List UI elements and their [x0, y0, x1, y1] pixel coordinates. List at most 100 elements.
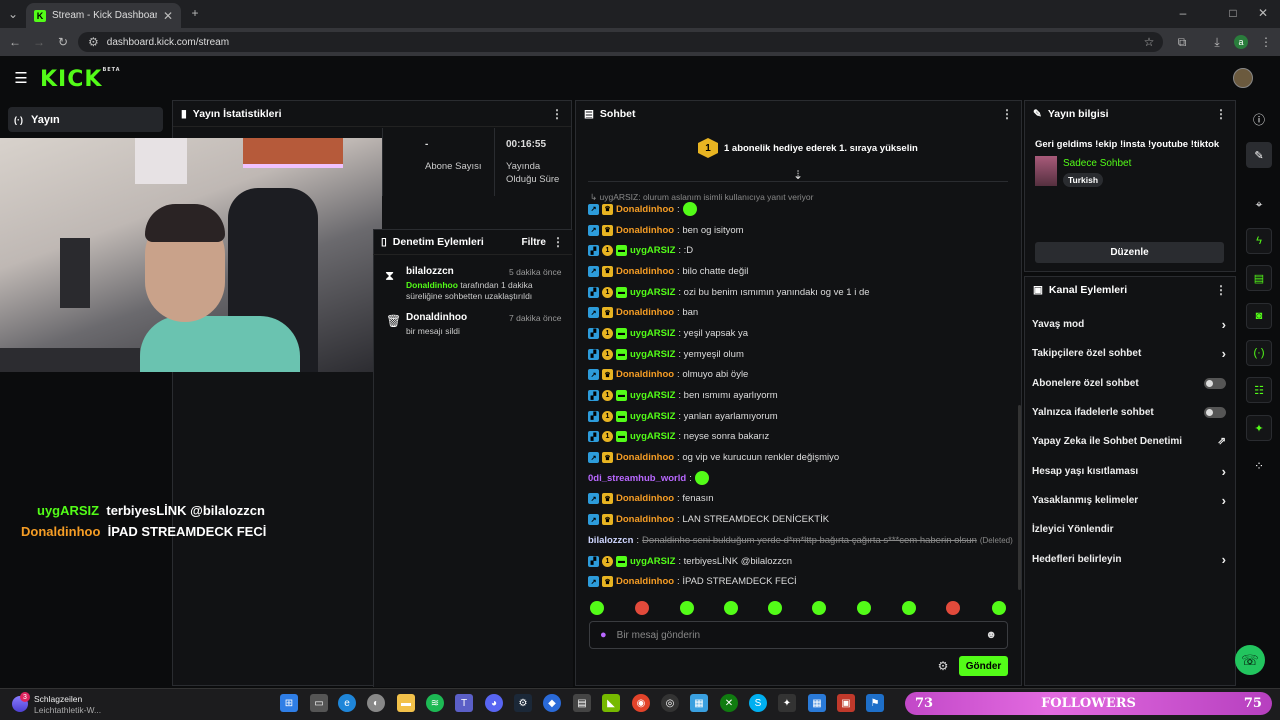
channel-action-row[interactable]: Abonelere özel sohbet	[1024, 369, 1234, 398]
chat-username[interactable]: Donaldinhoo	[616, 452, 674, 463]
emote-shortcut-icon[interactable]	[680, 601, 694, 615]
app-icon[interactable]: ✦	[778, 694, 796, 712]
close-tab-icon[interactable]: ✕	[163, 9, 173, 23]
news-subtitle[interactable]: Leichtathletik-W...	[34, 705, 101, 715]
channel-action-row[interactable]: Yasaklanmış kelimeler ›	[1024, 486, 1234, 515]
news-title[interactable]: Schlagzeilen	[34, 694, 82, 704]
sidebar-item-stream[interactable]: (·) Yayın	[8, 107, 163, 132]
chevron-right-icon[interactable]: ›	[1222, 552, 1226, 567]
extensions-icon[interactable]: ⧉	[1175, 35, 1189, 49]
channel-action-row[interactable]: Hesap yaşı kısıtlaması ›	[1024, 456, 1234, 485]
chat-username[interactable]: uygARSIZ	[630, 556, 675, 567]
mic-icon[interactable]: ●	[600, 629, 607, 641]
chat-username[interactable]: uygARSIZ	[630, 411, 675, 422]
obs-icon[interactable]: ◎	[661, 694, 679, 712]
user-avatar[interactable]	[1233, 68, 1253, 88]
browser-tab[interactable]: K Stream - Kick Dashboard ✕	[26, 3, 181, 28]
chat-input-placeholder[interactable]: Bir mesaj gönderin	[617, 630, 976, 641]
nvidia-icon[interactable]: ◣	[602, 694, 620, 712]
channel-action-row[interactable]: Yalnızca ifadelerle sohbet	[1024, 398, 1234, 427]
chevron-right-icon[interactable]: ›	[1222, 464, 1226, 479]
chat-username[interactable]: Donaldinhoo	[616, 266, 674, 277]
category-thumbnail[interactable]	[1035, 156, 1057, 186]
back-icon[interactable]: ←	[8, 35, 22, 49]
explorer-icon[interactable]: ▬	[397, 694, 415, 712]
site-info-icon[interactable]: ⚙	[88, 35, 99, 49]
actions-menu-icon[interactable]: ⋮	[1215, 283, 1227, 297]
emote-shortcut-icon[interactable]	[590, 601, 604, 615]
edit-button[interactable]: Düzenle	[1035, 242, 1224, 263]
mod-item-user[interactable]: Donaldinhoo	[406, 312, 467, 323]
rail-chat-icon[interactable]: ◙	[1246, 303, 1272, 329]
browser-menu-icon[interactable]: ⋮	[1260, 35, 1272, 49]
chat-username[interactable]: uygARSIZ	[630, 287, 675, 298]
minimize-icon[interactable]: –	[1176, 6, 1190, 20]
chat-scrollbar[interactable]	[1018, 405, 1021, 590]
xbox-icon[interactable]: ✕	[720, 694, 738, 712]
new-tab-icon[interactable]: +	[188, 6, 202, 20]
app-icon[interactable]: ◆	[543, 694, 561, 712]
support-chat-icon[interactable]: ☏	[1235, 645, 1265, 675]
chat-username[interactable]: Donaldinhoo	[616, 493, 674, 504]
chat-username[interactable]: uygARSIZ	[630, 349, 675, 360]
gift-promo-text[interactable]: 1 abonelik hediye ederek 1. sıraya yükse…	[724, 143, 918, 154]
rail-notes-icon[interactable]: ▤	[1246, 265, 1272, 291]
rail-broadcast-icon[interactable]: (·)	[1246, 340, 1272, 366]
forward-icon[interactable]: →	[32, 35, 46, 49]
emote-shortcut-icon[interactable]	[992, 601, 1006, 615]
info-icon[interactable]: ⓘ	[1252, 112, 1266, 127]
mod-menu-icon[interactable]: ⋮	[552, 235, 564, 249]
info-menu-icon[interactable]: ⋮	[1215, 107, 1227, 121]
rail-layout-icon[interactable]: ☷	[1246, 377, 1272, 403]
steam-icon[interactable]: ⚙	[514, 694, 532, 712]
kick-logo[interactable]: KICKBETA	[40, 67, 121, 92]
scroll-down-icon[interactable]: ⇣	[792, 168, 804, 182]
app-icon[interactable]: ▤	[573, 694, 591, 712]
chevron-right-icon[interactable]: ›	[1222, 493, 1226, 508]
discord-icon[interactable]: ◕	[485, 694, 503, 712]
chat-username[interactable]: bilalozzcn	[588, 535, 633, 546]
channel-action-row[interactable]: Yapay Zeka ile Sohbet Denetimi ⇗	[1024, 427, 1234, 456]
start-icon[interactable]: ⊞	[280, 694, 298, 712]
chat-username[interactable]: Donaldinhoo	[616, 576, 674, 587]
chat-username[interactable]: uygARSIZ	[630, 245, 675, 256]
toggle-switch[interactable]	[1204, 377, 1226, 389]
app-icon[interactable]: ◉	[632, 694, 650, 712]
emote-shortcut-icon[interactable]	[812, 601, 826, 615]
maximize-icon[interactable]: □	[1226, 6, 1240, 20]
chevron-right-icon[interactable]: ›	[1222, 346, 1226, 361]
mod-actor[interactable]: Donaldinhoo	[406, 280, 458, 290]
rail-edit-icon[interactable]: ✎	[1246, 142, 1272, 168]
toggle-switch[interactable]	[1204, 407, 1226, 419]
rail-lightning-icon[interactable]: ϟ	[1246, 228, 1272, 254]
rail-wrench-icon[interactable]: ✦	[1246, 415, 1272, 441]
browser-icon[interactable]: ◐	[367, 694, 385, 712]
filter-button[interactable]: Filtre	[522, 237, 546, 248]
app-icon[interactable]: ⚑	[866, 694, 884, 712]
chat-menu-icon[interactable]: ⋮	[1001, 107, 1013, 121]
app-icon[interactable]: ▦	[690, 694, 708, 712]
channel-action-row[interactable]: İzleyici Yönlendir	[1024, 515, 1234, 544]
external-link-icon[interactable]: ⇗	[1218, 436, 1226, 447]
emote-shortcut-icon[interactable]	[635, 601, 649, 615]
skype-icon[interactable]: S	[749, 694, 767, 712]
emoji-picker-icon[interactable]: ☻	[985, 629, 997, 641]
mod-item-user[interactable]: bilalozzcn	[406, 266, 454, 277]
stats-menu-icon[interactable]: ⋮	[551, 107, 563, 121]
chat-input-box[interactable]: ● Bir mesaj gönderin ☻	[589, 621, 1008, 649]
chat-username[interactable]: uygARSIZ	[630, 390, 675, 401]
emote-shortcut-icon[interactable]	[857, 601, 871, 615]
chat-username[interactable]: Donaldinhoo	[616, 307, 674, 318]
rail-focus-icon[interactable]: ⌖	[1252, 197, 1266, 211]
category-link[interactable]: Sadece Sohbet	[1063, 158, 1131, 169]
app-icon[interactable]: ▣	[837, 694, 855, 712]
chat-username[interactable]: 0di_streamhub_world	[588, 473, 686, 484]
channel-action-row[interactable]: Hedefleri belirleyin ›	[1024, 544, 1234, 573]
chat-username[interactable]: Donaldinhoo	[616, 225, 674, 236]
channel-action-row[interactable]: Takipçilere özel sohbet ›	[1024, 339, 1234, 368]
task-view-icon[interactable]: ▭	[310, 694, 328, 712]
send-button[interactable]: Gönder	[959, 656, 1008, 676]
edge-icon[interactable]: e	[338, 694, 356, 712]
teams-icon[interactable]: T	[455, 694, 473, 712]
rail-more-icon[interactable]: ⁘	[1252, 459, 1266, 473]
